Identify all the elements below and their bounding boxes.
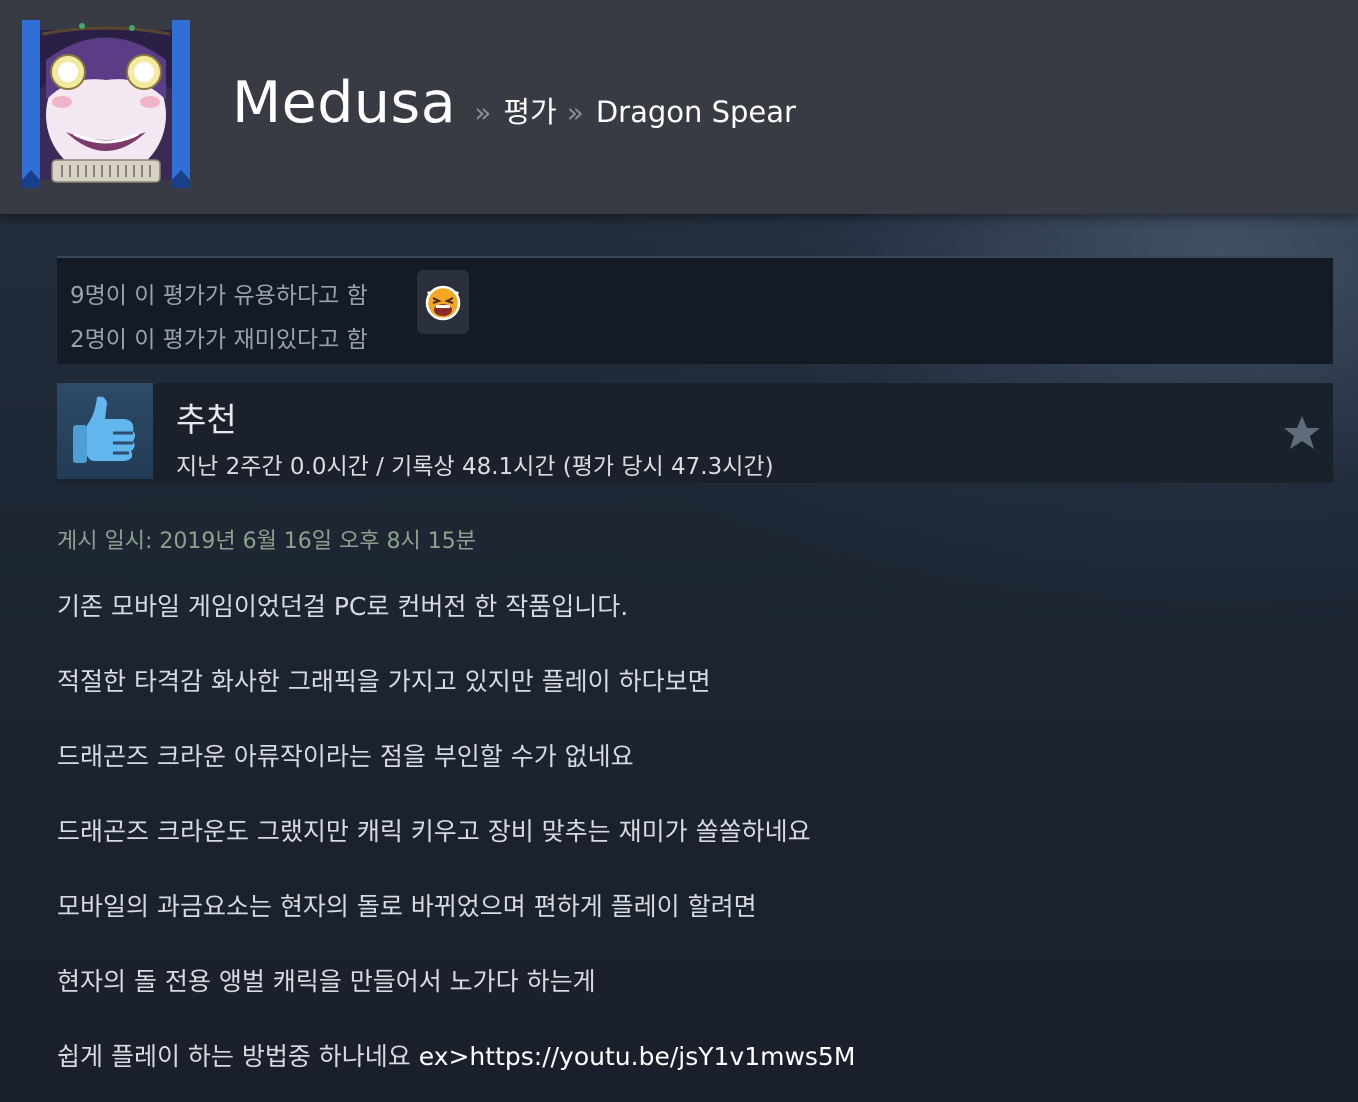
recommendation-block: 추천 지난 2주간 0.0시간 / 기록상 48.1시간 (평가 당시 47.3… [57, 383, 1333, 483]
game-link[interactable]: Dragon Spear [596, 95, 796, 129]
recommendation-title: 추천 [176, 400, 237, 439]
breadcrumb-separator: » [474, 96, 492, 129]
review-line-text: 쉽게 플레이 하는 방법중 하나네요 [57, 1042, 419, 1071]
profile-header: Medusa » 평가 » Dragon Spear [0, 0, 1358, 214]
breadcrumb: Medusa » 평가 » Dragon Spear [232, 70, 796, 140]
review-text: 기존 모바일 게임이었던걸 PC로 컨버전 한 작품입니다. 적절한 타격감 화… [57, 591, 1333, 1102]
review-line: 현자의 돌 전용 앵벌 캐릭을 만들어서 노가다 하는게 [57, 967, 596, 996]
funny-count: 2명이 이 평가가 재미있다고 함 [70, 327, 368, 353]
profile-avatar[interactable] [22, 20, 190, 188]
review-line: 드래곤즈 크라운 아류작이라는 점을 부인할 수가 없네요 [57, 742, 634, 771]
reviews-link[interactable]: 평가 [503, 89, 556, 131]
star-icon[interactable] [1283, 415, 1321, 451]
review-line: 쉽게 플레이 하는 방법중 하나네요 ex>https://youtu.be/j… [57, 1041, 1333, 1102]
review-line: 적절한 타격감 화사한 그래픽을 가지고 있지만 플레이 하다보면 [57, 667, 711, 696]
review-ratings: 9명이 이 평가가 유용하다고 함 2명이 이 평가가 재미있다고 함 [57, 256, 1333, 364]
review-line: 모바일의 과금요소는 현자의 돌로 바뀌었으며 편하게 플레이 할려면 [57, 892, 757, 921]
persona-name-link[interactable]: Medusa [232, 70, 456, 136]
helpful-count: 9명이 이 평가가 유용하다고 함 [70, 283, 368, 309]
laughing-face-icon[interactable] [417, 270, 469, 334]
playtime-hours: 지난 2주간 0.0시간 / 기록상 48.1시간 (평가 당시 47.3시간) [176, 454, 774, 480]
review-line: 드래곤즈 크라운도 그랬지만 캐릭 키우고 장비 맞추는 재미가 쏠쏠하네요 [57, 817, 811, 846]
youtube-link[interactable]: ex>https://youtu.be/jsY1v1mws5M [419, 1042, 856, 1071]
breadcrumb-separator: » [566, 96, 584, 129]
review-line: 기존 모바일 게임이었던걸 PC로 컨버전 한 작품입니다. [57, 592, 629, 621]
thumbs-up-icon [57, 383, 153, 479]
posted-date: 게시 일시: 2019년 6월 16일 오후 8시 15분 [57, 529, 476, 554]
review-content: 9명이 이 평가가 유용하다고 함 2명이 이 평가가 재미있다고 함 추천 지… [57, 256, 1333, 1102]
